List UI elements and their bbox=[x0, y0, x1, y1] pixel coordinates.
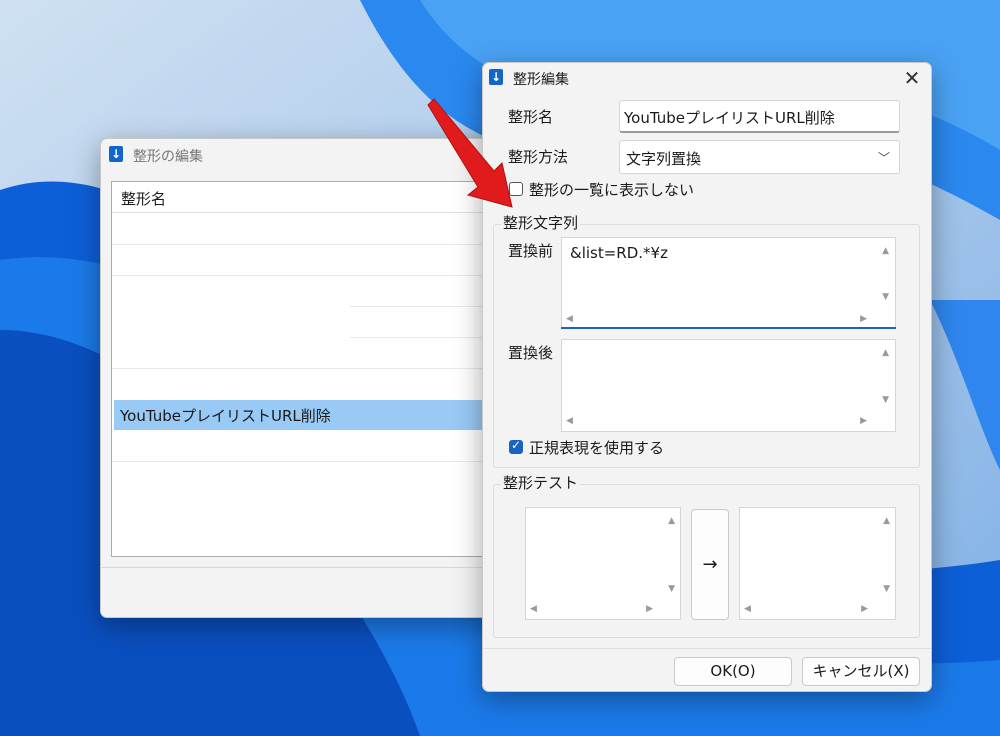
test-output-textarea[interactable]: ▲ ▼ ◀ ▶ bbox=[739, 507, 896, 620]
list-item-label: YouTubeプレイリストURL削除 bbox=[120, 407, 331, 425]
dialog-title: 整形編集 bbox=[513, 72, 569, 88]
before-textarea-value: &list=RD.*¥z bbox=[570, 244, 668, 262]
scroll-up-icon[interactable]: ▲ bbox=[882, 246, 889, 256]
list-header-label: 整形名 bbox=[121, 190, 167, 208]
format-string-group-title: 整形文字列 bbox=[501, 212, 581, 233]
hide-in-list-label: 整形の一覧に表示しない bbox=[529, 181, 695, 199]
after-textarea[interactable]: ▲ ▼ ◀ ▶ bbox=[561, 339, 896, 432]
chevron-down-icon: ﹀ bbox=[877, 151, 890, 165]
regex-label: 正規表現を使用する bbox=[529, 439, 665, 457]
status-bar bbox=[101, 567, 521, 568]
after-label: 置換後 bbox=[508, 344, 554, 362]
close-icon: ✕ bbox=[903, 66, 921, 90]
scroll-right-icon[interactable]: ▶ bbox=[860, 416, 867, 426]
scroll-down-icon[interactable]: ▼ bbox=[882, 395, 889, 405]
scroll-up-icon[interactable]: ▲ bbox=[668, 516, 675, 526]
footer-divider bbox=[483, 648, 931, 649]
before-label: 置換前 bbox=[508, 242, 554, 260]
download-app-icon: ↓ bbox=[489, 69, 503, 85]
scroll-right-icon[interactable]: ▶ bbox=[860, 314, 867, 324]
download-app-icon: ↓ bbox=[109, 146, 123, 162]
arrow-right-icon: → bbox=[702, 554, 718, 575]
format-test-group-title: 整形テスト bbox=[501, 472, 581, 493]
title-bar: ↓ 整形編集 ✕ bbox=[483, 63, 931, 93]
scroll-left-icon[interactable]: ◀ bbox=[530, 604, 537, 614]
ok-button[interactable]: OK(O) bbox=[674, 657, 792, 686]
list-item-selected[interactable]: YouTubeプレイリストURL削除 bbox=[114, 400, 510, 430]
cancel-button[interactable]: キャンセル(X) bbox=[802, 657, 920, 686]
focus-underline bbox=[561, 327, 896, 329]
run-test-button[interactable]: → bbox=[691, 509, 729, 620]
scroll-left-icon[interactable]: ◀ bbox=[566, 314, 573, 324]
row-divider bbox=[112, 368, 510, 369]
scroll-left-icon[interactable]: ◀ bbox=[744, 604, 751, 614]
before-textarea[interactable]: &list=RD.*¥z ▲ ▼ ◀ ▶ bbox=[561, 237, 896, 329]
regex-checkbox[interactable]: ✓ bbox=[509, 438, 523, 454]
checkmark-icon: ✓ bbox=[511, 438, 522, 452]
row-divider bbox=[112, 244, 510, 245]
name-input[interactable]: YouTubeプレイリストURL削除 bbox=[619, 100, 900, 133]
annotation-arrow bbox=[427, 98, 513, 208]
scroll-left-icon[interactable]: ◀ bbox=[566, 416, 573, 426]
scroll-down-icon[interactable]: ▼ bbox=[882, 292, 889, 302]
scroll-down-icon[interactable]: ▼ bbox=[668, 584, 675, 594]
close-button[interactable]: ✕ bbox=[897, 63, 927, 93]
test-input-textarea[interactable]: ▲ ▼ ◀ ▶ bbox=[525, 507, 681, 620]
method-select-value: 文字列置換 bbox=[626, 150, 702, 168]
scroll-up-icon[interactable]: ▲ bbox=[882, 348, 889, 358]
row-divider bbox=[112, 275, 510, 276]
row-divider bbox=[112, 461, 510, 462]
method-select[interactable]: 文字列置換 ﹀ bbox=[619, 140, 900, 174]
scroll-down-icon[interactable]: ▼ bbox=[883, 584, 890, 594]
window-title: 整形の編集 bbox=[133, 149, 203, 165]
scroll-up-icon[interactable]: ▲ bbox=[883, 516, 890, 526]
format-edit-dialog: ↓ 整形編集 ✕ 整形名 YouTubeプレイリストURL削除 整形方法 文字列… bbox=[482, 62, 932, 692]
format-list[interactable]: 整形名 YouTubeプレイリストURL削除 bbox=[111, 181, 511, 557]
name-input-value: YouTubeプレイリストURL削除 bbox=[624, 109, 835, 127]
scroll-right-icon[interactable]: ▶ bbox=[646, 604, 653, 614]
scroll-right-icon[interactable]: ▶ bbox=[861, 604, 868, 614]
